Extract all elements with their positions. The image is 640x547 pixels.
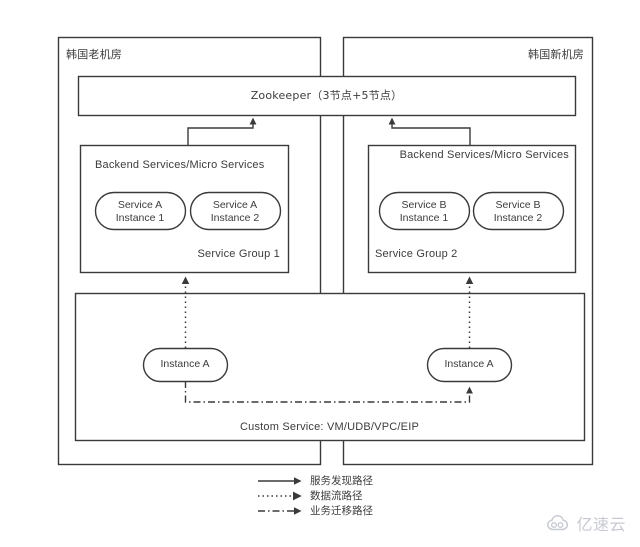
legend-label-discovery: 服务发现路径: [310, 475, 373, 487]
zone-label-new-idc: 韩国新机房: [528, 48, 584, 61]
service-pill-b1-label: Service B Instance 1: [399, 199, 449, 224]
service-pill-a2-label: Service A Instance 2: [210, 199, 260, 224]
service-pill-b2-label: Service B Instance 2: [493, 199, 543, 224]
instance-a-right-label: Instance A: [444, 358, 494, 370]
migration-path: [184, 381, 473, 403]
service-group-2-header: Backend Services/Micro Services: [399, 149, 569, 161]
service-group-1-header: Backend Services/Micro Services: [95, 159, 265, 171]
watermark: 亿速云: [546, 511, 626, 535]
legend-label-migration: 业务迁移路径: [310, 505, 373, 517]
instance-a-left-label: Instance A: [160, 358, 210, 370]
diagram-vector-layer: [57, 36, 594, 515]
service-group-2-footer: Service Group 2: [375, 248, 458, 260]
service-pill-a1-label: Service A Instance 1: [115, 199, 165, 224]
discovery-path-group1: [187, 117, 257, 145]
zookeeper-label: Zookeeper（3节点+5节点）: [250, 89, 403, 102]
service-group-1-footer: Service Group 1: [197, 248, 280, 260]
watermark-text: 亿速云: [576, 515, 626, 534]
cloud-icon: [547, 515, 569, 531]
custom-service-label: Custom Service: VM/UDB/VPC/EIP: [240, 421, 419, 433]
architecture-diagram: 韩国老机房 韩国新机房 Zookeeper（3节点+5节点） Backend S…: [0, 0, 640, 547]
discovery-path-group2: [388, 117, 471, 145]
legend-label-dataflow: 数据流路径: [310, 490, 363, 502]
